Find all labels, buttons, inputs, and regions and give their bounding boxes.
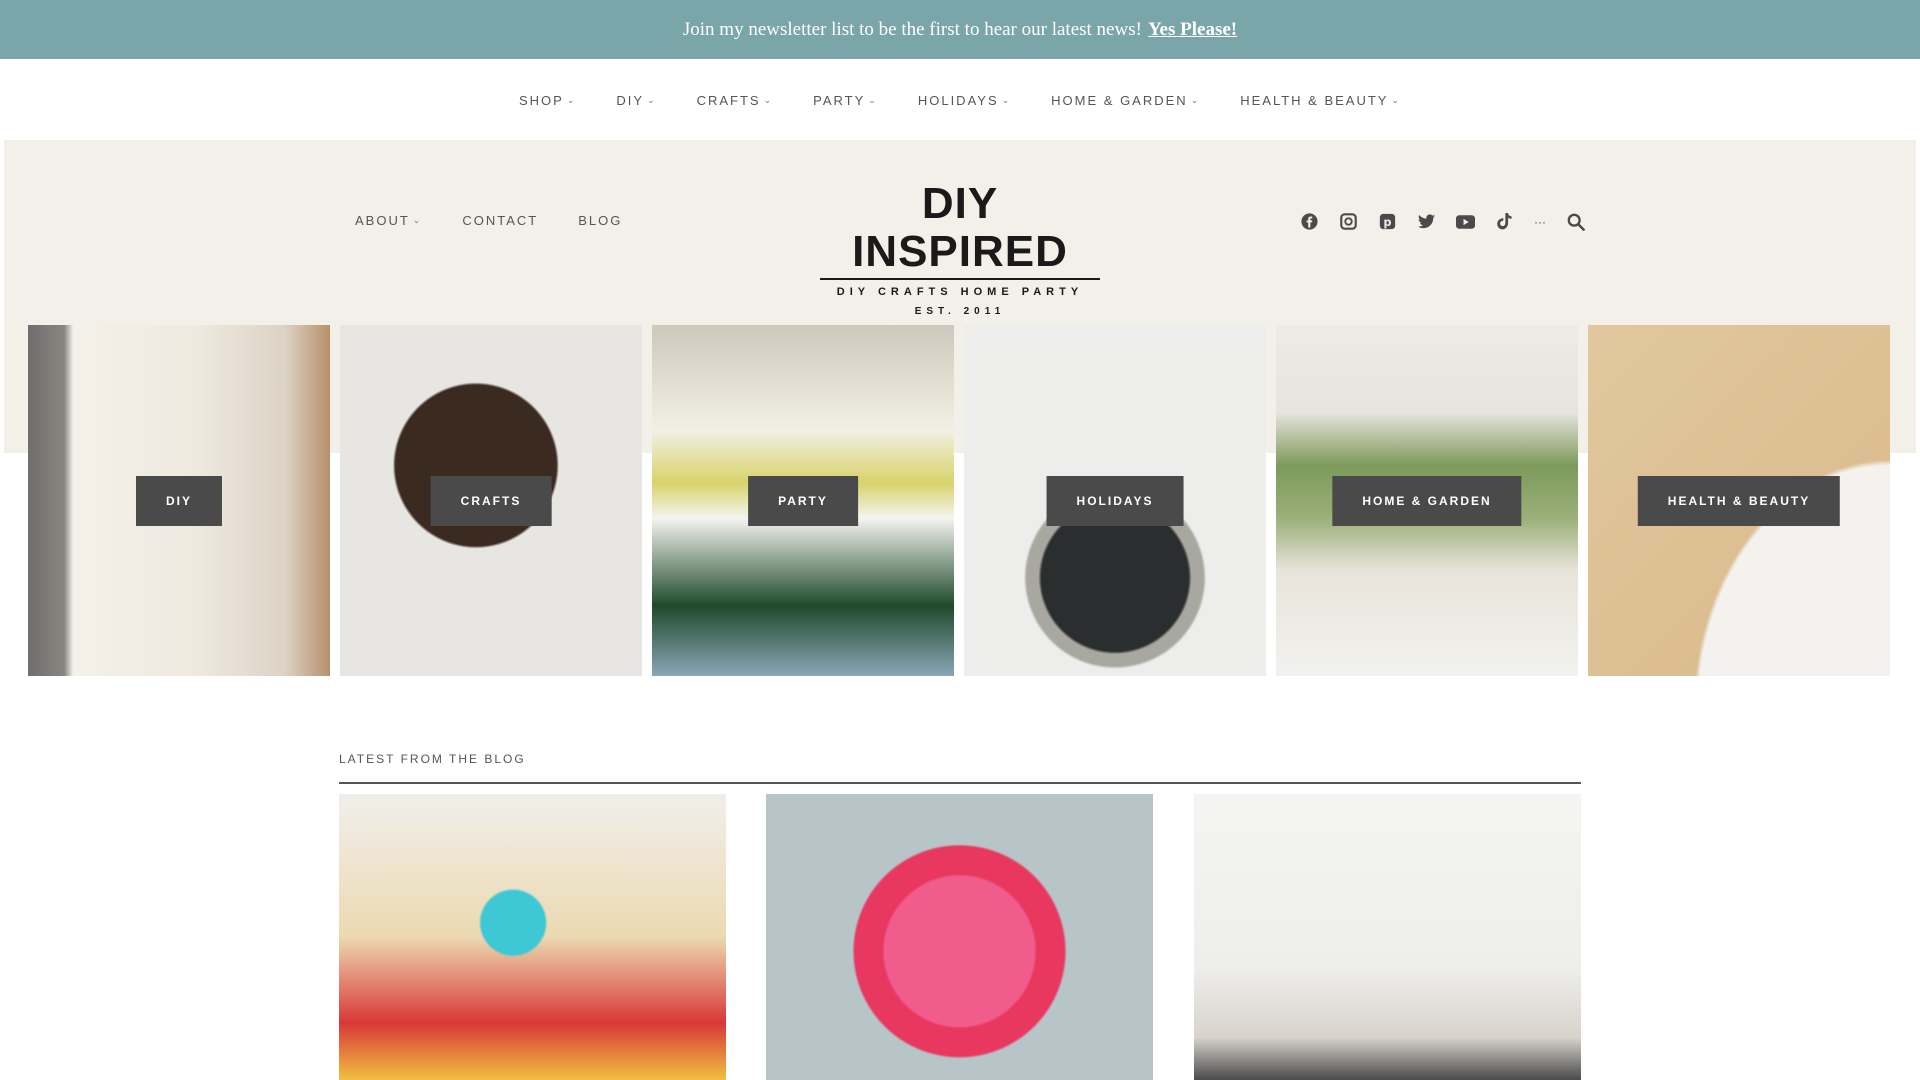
social-icons: p ··· [1300,212,1585,231]
chevron-down-icon: ⌄ [647,94,657,105]
category-label: DIY [135,475,223,526]
nav-health-beauty[interactable]: HEALTH & BEAUTY ⌄ [1240,93,1401,108]
banner-text: Join my newsletter list to be the first … [682,18,1142,40]
main-nav: SHOP ⌄ DIY ⌄ CRAFTS ⌄ PARTY ⌄ HOLIDAYS ⌄ HOME… [0,60,1920,140]
category-tile-holidays[interactable]: HOLIDAYS [964,325,1266,676]
blog-post-card[interactable] [766,794,1153,1080]
instagram-icon[interactable] [1339,212,1358,231]
blog-post-card[interactable] [339,794,726,1080]
chevron-down-icon: ⌄ [566,94,577,105]
divider [339,782,1581,784]
logo-tagline: DIY CRAFTS HOME PARTY [836,286,1084,298]
logo-title: DIY INSPIRED [820,180,1100,280]
category-tile-crafts[interactable]: CRAFTS [340,325,642,676]
site-logo[interactable]: DIY INSPIRED DIY CRAFTS HOME PARTY EST. … [820,180,1100,317]
facebook-icon[interactable] [1300,212,1319,231]
nav-holidays[interactable]: HOLIDAYS ⌄ [918,93,1011,108]
nav-party[interactable]: PARTY ⌄ [813,93,878,108]
svg-text:p: p [1384,216,1392,229]
category-label: HOLIDAYS [1046,475,1184,526]
category-tile-health-beauty[interactable]: HEALTH & BEAUTY [1588,325,1890,676]
secondary-nav: ABOUT ⌄ CONTACT BLOG [355,213,622,228]
category-label: HEALTH & BEAUTY [1637,475,1841,526]
pinterest-icon[interactable]: p [1378,212,1397,231]
category-tile-diy[interactable]: DIY [28,325,330,676]
nav-crafts[interactable]: CRAFTS ⌄ [697,93,774,108]
category-tile-party[interactable]: PARTY [652,325,954,676]
blog-post-card[interactable] [1194,794,1581,1080]
youtube-icon[interactable] [1456,212,1475,231]
chevron-down-icon: ⌄ [1001,94,1012,105]
category-label: HOME & GARDEN [1332,475,1522,526]
logo-est: EST. 2011 [914,306,1006,317]
chevron-down-icon: ⌄ [868,94,878,105]
more-icon[interactable]: ··· [1534,212,1546,231]
yes-please-link[interactable]: Yes Please! [1148,19,1237,41]
chevron-down-icon: ⌄ [763,94,774,105]
category-tiles: DIY CRAFTS PARTY HOLIDAYS HOME & GARDEN … [28,325,1890,676]
nav-blog[interactable]: BLOG [578,213,622,228]
category-tile-home-garden[interactable]: HOME & GARDEN [1276,325,1578,676]
blog-section-heading: LATEST FROM THE BLOG [339,752,526,766]
search-icon[interactable] [1566,212,1585,231]
nav-shop[interactable]: SHOP ⌄ [519,93,576,108]
chevron-down-icon: ⌄ [412,215,423,225]
nav-contact[interactable]: CONTACT [462,213,538,228]
nav-about[interactable]: ABOUT ⌄ [355,213,422,228]
chevron-down-icon: ⌄ [1391,94,1402,105]
nav-home-garden[interactable]: HOME & GARDEN ⌄ [1051,93,1200,108]
twitter-icon[interactable] [1417,212,1436,231]
category-label: PARTY [748,475,858,526]
tiktok-icon[interactable] [1495,212,1514,231]
chevron-down-icon: ⌄ [1190,94,1201,105]
nav-diy[interactable]: DIY ⌄ [616,93,656,108]
newsletter-banner: Join my newsletter list to be the first … [0,0,1920,59]
category-label: CRAFTS [430,475,552,526]
